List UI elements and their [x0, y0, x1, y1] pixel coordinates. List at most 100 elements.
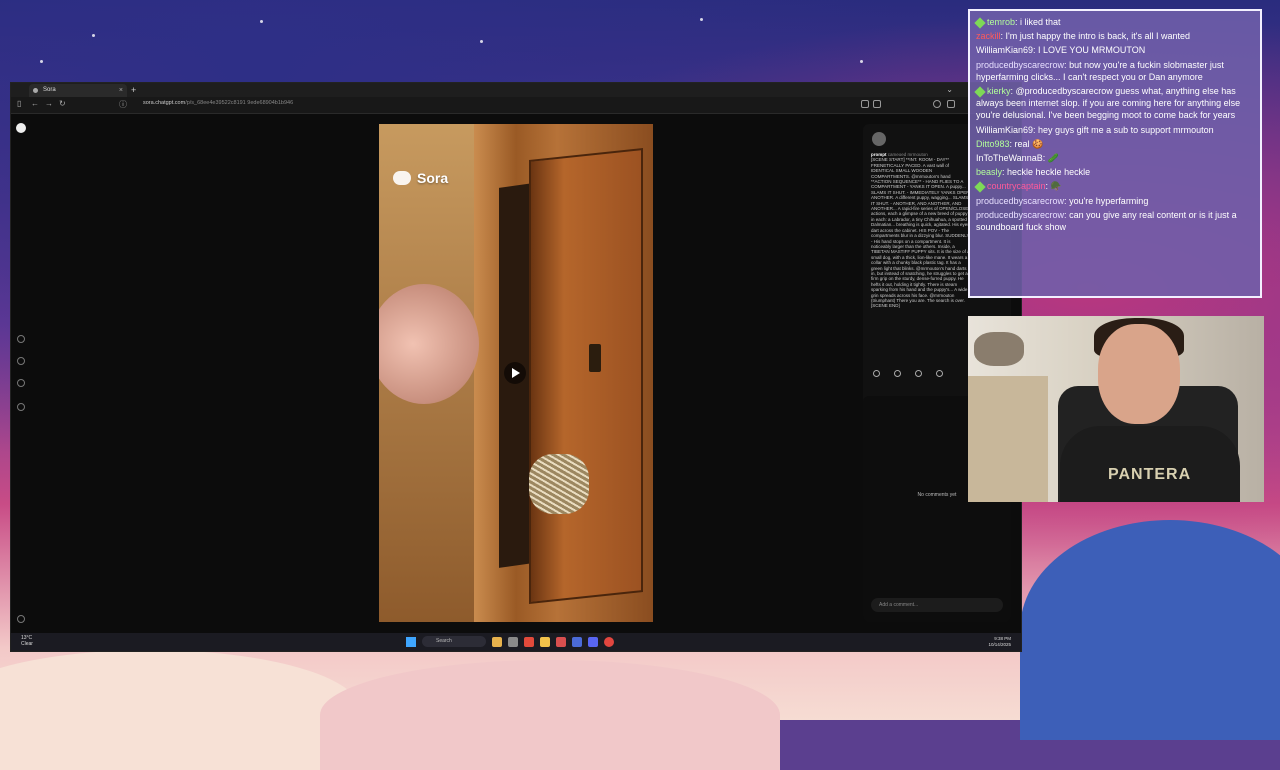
file-explorer-icon[interactable] — [540, 636, 550, 647]
sub-badge-icon — [974, 181, 986, 193]
chat-username[interactable]: temrob — [987, 17, 1015, 27]
search-icon[interactable] — [17, 357, 25, 365]
chat-message: beasly: heckle heckle heckle — [976, 166, 1254, 178]
url-domain: sora.chatgpt.com — [143, 100, 186, 106]
sidebar-toggle-icon[interactable]: ▯ — [17, 99, 21, 108]
webcam-face — [1098, 324, 1180, 424]
chat-text: you're hyperfarming — [1069, 195, 1149, 206]
chat-message: kierky: @producedbyscarecrow guess what,… — [974, 85, 1254, 122]
chat-message: countrycaptain: 🪖 — [974, 180, 1254, 193]
settings-icon[interactable] — [17, 615, 25, 623]
play-button[interactable] — [504, 362, 526, 384]
chat-text: @producedbyscarecrow guess what, anythin… — [976, 86, 1241, 121]
download-icon[interactable] — [947, 100, 955, 108]
share-icon[interactable] — [915, 370, 922, 377]
bookmark-star-icon[interactable] — [873, 100, 881, 108]
chat-text: 🥒 — [1047, 153, 1059, 164]
video-player[interactable]: Sora — [379, 124, 653, 622]
app-icon[interactable] — [572, 636, 582, 647]
windows-start-icon[interactable] — [406, 636, 416, 647]
chat-username[interactable]: InToTheWannaB — [976, 153, 1043, 163]
remix-icon[interactable] — [894, 370, 901, 377]
url-path: /p/s_68ee4e39522c8191 9ede68904b1b946 — [185, 100, 294, 106]
chat-username[interactable]: producedbyscarecrow — [976, 210, 1064, 220]
clock[interactable]: 9:38 PM 10/14/2025 — [988, 636, 1011, 647]
chat-username[interactable]: beasly — [976, 167, 1002, 177]
star — [700, 18, 703, 21]
tab-sora[interactable]: Sora × — [29, 84, 127, 97]
extension-icon[interactable] — [933, 100, 941, 108]
chrome-icon[interactable] — [604, 636, 614, 647]
sora-watermark-text: Sora — [417, 170, 449, 186]
sub-badge-icon — [974, 16, 986, 29]
browser-window: Sora × + ⌄ ▯ ← → ↻ ⓘ sora.chatgpt.com/p/… — [10, 82, 1022, 652]
chat-username[interactable]: kierky — [987, 86, 1011, 96]
tab-list-chevron-icon[interactable]: ⌄ — [946, 83, 953, 97]
clock-date: 10/14/2025 — [988, 641, 1011, 647]
sora-sidebar — [11, 113, 31, 633]
chat-message: temrob: i liked that — [974, 16, 1254, 29]
new-tab-button[interactable]: + — [131, 83, 136, 97]
cloud-shape — [0, 650, 360, 770]
video-frame-latch — [589, 344, 601, 372]
webcam-cat — [974, 332, 1024, 366]
sora-watermark: Sora — [393, 170, 448, 186]
chat-username[interactable]: WilliamKian69 — [976, 45, 1033, 55]
taskbar-apps: Search — [406, 636, 614, 647]
app-icon[interactable] — [524, 636, 534, 647]
home-icon[interactable] — [17, 335, 25, 343]
chat-username[interactable]: zackill — [976, 31, 1001, 41]
app-icon[interactable] — [556, 636, 566, 647]
chat-text: I'm just happy the intro is back, it's a… — [1005, 31, 1191, 42]
video-frame-door — [529, 148, 643, 604]
discord-icon[interactable] — [588, 636, 598, 647]
widgets-icon[interactable] — [492, 636, 502, 647]
twitch-chat-overlay: temrob: i liked that zackill: I'm just ha… — [968, 9, 1262, 298]
task-view-icon[interactable] — [508, 636, 518, 647]
avatar[interactable] — [872, 132, 886, 146]
profile-icon[interactable] — [17, 403, 25, 411]
taskbar-search[interactable]: Search — [422, 636, 486, 647]
sub-badge-icon — [974, 85, 986, 98]
back-icon[interactable]: ← — [31, 99, 39, 108]
chat-text: heckle heckle heckle — [1007, 167, 1091, 178]
chat-username[interactable]: Ditto983 — [976, 139, 1010, 149]
chat-username[interactable]: producedbyscarecrow — [976, 60, 1064, 70]
chat-username[interactable]: WilliamKian69 — [976, 125, 1033, 135]
windows-taskbar: 13°C Clear Search 9:38 PM 10/14/2025 — [11, 633, 1021, 651]
post-author[interactable]: prompt — [871, 152, 887, 157]
chat-message: zackill: I'm just happy the intro is bac… — [976, 30, 1254, 42]
prompt-text: [SCENE START] **INT. ROOM - DAY** FRENET… — [871, 157, 970, 309]
forward-icon[interactable]: → — [45, 99, 53, 108]
site-info-icon[interactable]: ⓘ — [119, 99, 127, 110]
tab-bar: Sora × + ⌄ — [11, 83, 1021, 97]
more-options-icon[interactable] — [936, 370, 943, 377]
notifications-icon[interactable] — [17, 379, 25, 387]
cloud-shape — [320, 660, 780, 770]
star — [260, 20, 263, 23]
reload-icon[interactable]: ↻ — [59, 99, 66, 108]
address-bar: ▯ ← → ↻ ⓘ sora.chatgpt.com/p/s_68ee4e395… — [11, 97, 1021, 114]
chat-message: Ditto983: real 🍪 — [976, 138, 1254, 150]
chat-username[interactable]: producedbyscarecrow — [976, 196, 1064, 206]
add-comment-input[interactable]: Add a comment... — [871, 598, 1003, 612]
reader-icon[interactable] — [861, 100, 869, 108]
like-icon[interactable] — [873, 370, 880, 377]
chat-text: I LOVE YOU MRMOUTON — [1038, 45, 1146, 56]
star — [860, 60, 863, 63]
close-tab-icon[interactable]: × — [119, 84, 123, 97]
url-field[interactable]: sora.chatgpt.com/p/s_68ee4e39522c8191 9e… — [143, 100, 293, 106]
webcam-feed: PANTERA — [968, 316, 1264, 502]
tab-title: Sora — [43, 87, 56, 93]
webcam-shelf — [968, 376, 1048, 502]
chat-text: i liked that — [1020, 17, 1061, 27]
cameo-label: cameoed mrmouton — [887, 152, 928, 157]
chat-message: producedbyscarecrow: but now you're a fu… — [976, 59, 1254, 83]
chat-message: producedbyscarecrow: you're hyperfarming — [976, 195, 1254, 207]
chat-username[interactable]: countrycaptain — [987, 181, 1046, 191]
sora-cloud-icon — [393, 171, 411, 185]
chat-text: 🪖 — [1050, 181, 1062, 192]
sora-logo-icon[interactable] — [16, 123, 26, 133]
weather-widget[interactable]: 13°C Clear — [21, 635, 33, 647]
chat-message: WilliamKian69: I LOVE YOU MRMOUTON — [976, 44, 1254, 56]
